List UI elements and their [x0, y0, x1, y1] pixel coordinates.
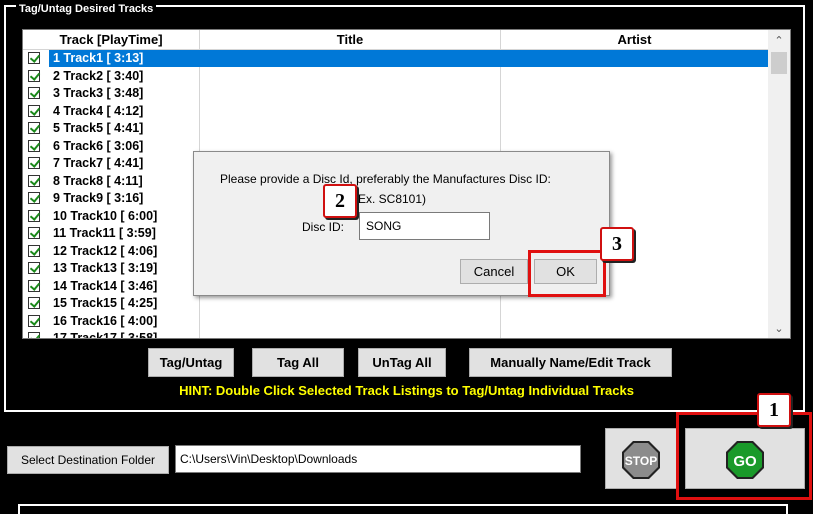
- track-row[interactable]: 1 Track1 [ 3:13]: [23, 50, 769, 68]
- callout-2: 2: [323, 184, 357, 218]
- track-title-artist-cells: [199, 68, 769, 85]
- track-title-artist-cells: [199, 295, 769, 312]
- tagged-checkbox[interactable]: [28, 209, 40, 222]
- stop-sign-icon: STOP: [621, 440, 661, 480]
- track-name-cell: 3 Track3 [ 3:48]: [53, 86, 144, 100]
- tag-all-button[interactable]: Tag All: [252, 348, 344, 377]
- track-name-cell: 13 Track13 [ 3:19]: [53, 261, 158, 275]
- tagged-checkbox[interactable]: [28, 279, 40, 292]
- track-name-cell: 5 Track5 [ 4:41]: [53, 121, 144, 135]
- tagged-checkbox[interactable]: [28, 157, 40, 169]
- track-name-cell: 7 Track7 [ 4:41]: [53, 156, 144, 170]
- track-row[interactable]: 2 Track2 [ 3:40]: [23, 68, 769, 86]
- tagged-checkbox[interactable]: [28, 192, 40, 204]
- track-row[interactable]: 16 Track16 [ 4:00]: [23, 313, 769, 331]
- hint-text: HINT: Double Click Selected Track Listin…: [179, 383, 634, 398]
- tagged-checkbox[interactable]: [28, 122, 40, 134]
- tagged-checkbox[interactable]: [28, 244, 40, 257]
- track-title-artist-cells: [199, 313, 769, 330]
- track-name-cell: 10 Track10 [ 6:00]: [53, 208, 158, 223]
- tag-untag-button[interactable]: Tag/Untag: [148, 348, 234, 377]
- tagged-checkbox[interactable]: [28, 332, 40, 338]
- select-destination-folder-button[interactable]: Select Destination Folder: [7, 446, 169, 474]
- stop-button[interactable]: STOP: [605, 428, 677, 489]
- track-title-artist-cells: [199, 120, 769, 137]
- tagged-checkbox[interactable]: [28, 227, 40, 239]
- track-title-artist-cells: [199, 103, 769, 120]
- dialog-prompt: Please provide a Disc Id, preferably the…: [220, 172, 551, 186]
- manually-name-edit-track-button[interactable]: Manually Name/Edit Track: [469, 348, 672, 377]
- dialog-example: (Ex. SC8101): [354, 192, 427, 206]
- track-name-cell: 12 Track12 [ 4:06]: [53, 243, 158, 258]
- track-name-cell: 15 Track15 [ 4:25]: [53, 296, 158, 310]
- tagged-checkbox[interactable]: [28, 174, 40, 187]
- group-legend: Tag/Untag Desired Tracks: [16, 4, 157, 15]
- column-header-title[interactable]: Title: [200, 30, 501, 49]
- track-name-cell: 11 Track11 [ 3:59]: [53, 226, 156, 240]
- callout-1: 1: [757, 393, 791, 427]
- disc-id-label: Disc ID:: [302, 220, 344, 234]
- track-row[interactable]: 4 Track4 [ 4:12]: [23, 103, 769, 121]
- track-row[interactable]: 3 Track3 [ 3:48]: [23, 85, 769, 103]
- tagged-checkbox[interactable]: [28, 87, 40, 99]
- column-header-artist[interactable]: Artist: [501, 30, 769, 49]
- track-name-cell: 4 Track4 [ 4:12]: [53, 103, 144, 118]
- annotation-highlight-ok: [528, 250, 606, 297]
- tagged-checkbox[interactable]: [28, 314, 40, 327]
- tagged-checkbox[interactable]: [28, 69, 40, 82]
- track-name-cell: 14 Track14 [ 3:46]: [53, 278, 158, 293]
- track-row[interactable]: 17 Track17 [ 3:58]: [23, 330, 769, 339]
- track-title-artist-cells: [199, 50, 769, 67]
- track-name-cell: 16 Track16 [ 4:00]: [53, 313, 158, 328]
- tagged-checkbox[interactable]: [28, 104, 40, 117]
- track-row[interactable]: 5 Track5 [ 4:41]: [23, 120, 769, 138]
- track-title-artist-cells: [199, 85, 769, 102]
- track-name-cell: 1 Track1 [ 3:13]: [49, 50, 199, 67]
- track-name-cell: 8 Track8 [ 4:11]: [53, 173, 143, 188]
- stop-label: STOP: [625, 454, 657, 468]
- scrollbar-thumb[interactable]: [771, 52, 787, 74]
- disc-id-input[interactable]: SONG: [359, 212, 490, 240]
- scroll-up-icon[interactable]: ⌃: [768, 32, 790, 50]
- scroll-down-icon[interactable]: ⌄: [768, 320, 790, 338]
- tagged-checkbox[interactable]: [28, 139, 40, 152]
- annotation-highlight-go: [676, 412, 812, 500]
- track-list-header: Track [PlayTime] Title Artist: [23, 30, 769, 50]
- track-name-cell: 6 Track6 [ 3:06]: [53, 138, 144, 153]
- track-name-cell: 9 Track9 [ 3:16]: [53, 191, 144, 205]
- tagged-checkbox[interactable]: [28, 52, 40, 64]
- destination-path-field[interactable]: C:\Users\Vin\Desktop\Downloads: [175, 445, 581, 473]
- track-name-cell: 2 Track2 [ 3:40]: [53, 68, 144, 83]
- tagged-checkbox[interactable]: [28, 297, 40, 309]
- callout-3: 3: [600, 227, 634, 261]
- cancel-button[interactable]: Cancel: [460, 259, 528, 284]
- track-title-artist-cells: [199, 330, 769, 338]
- track-name-cell: 17 Track17 [ 3:58]: [53, 331, 158, 339]
- track-row[interactable]: 15 Track15 [ 4:25]: [23, 295, 769, 313]
- vertical-scrollbar[interactable]: ⌃ ⌄: [768, 30, 790, 338]
- untag-all-button[interactable]: UnTag All: [358, 348, 446, 377]
- column-header-track[interactable]: Track [PlayTime]: [23, 30, 200, 49]
- bottom-panel: [18, 504, 788, 514]
- tagged-checkbox[interactable]: [28, 262, 40, 274]
